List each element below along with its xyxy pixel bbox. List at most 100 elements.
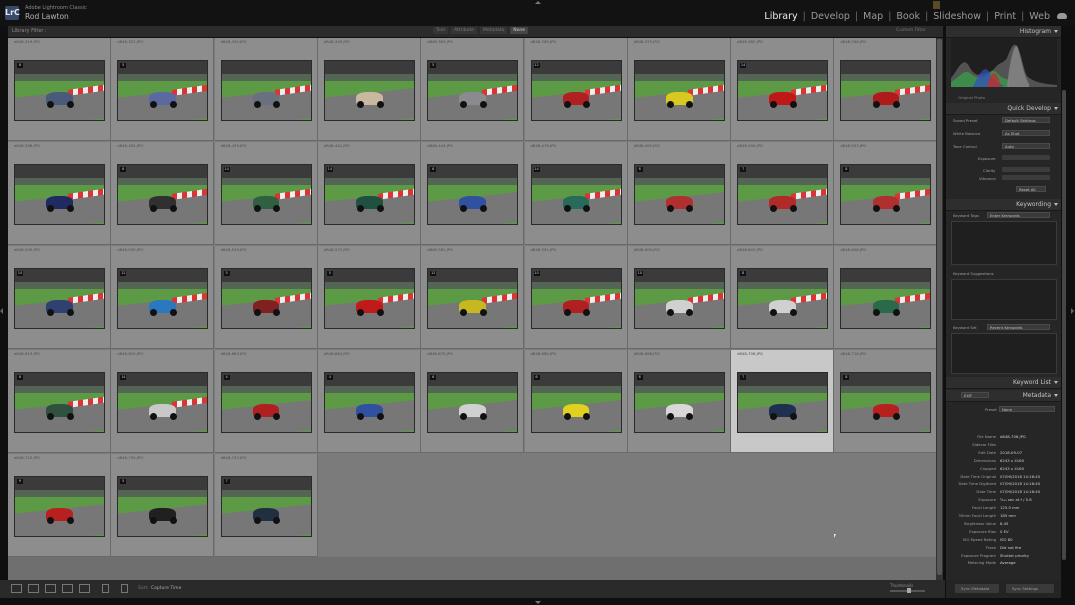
- clarity-buttons[interactable]: [1002, 167, 1050, 172]
- module-develop[interactable]: Develop: [810, 11, 851, 22]
- collapse-icon[interactable]: [1054, 107, 1058, 110]
- grid-cell[interactable]: d848-581.JPG 12: [421, 246, 525, 349]
- grid-cell[interactable]: d848-499.JPG 7: [731, 142, 835, 245]
- photo-thumbnail[interactable]: 6: [633, 372, 725, 433]
- keyword-set-dropdown[interactable]: Recent Keywords: [987, 324, 1050, 330]
- grid-cell[interactable]: d848-509.JPG 10: [8, 246, 111, 349]
- grid-cell[interactable]: d848-670.JPG 6: [421, 350, 525, 453]
- sync-metadata-button[interactable]: Sync Metadata: [955, 584, 999, 593]
- keywording-panel-header[interactable]: Keywording: [946, 199, 1061, 211]
- filter-tab-none[interactable]: None: [510, 27, 529, 34]
- loupe-view-icon[interactable]: [28, 584, 39, 593]
- vibrance-buttons[interactable]: [1002, 175, 1050, 180]
- keyword-tags-input[interactable]: [951, 221, 1057, 265]
- photo-thumbnail[interactable]: [14, 164, 105, 225]
- photo-thumbnail[interactable]: 14: [117, 372, 209, 433]
- photo-thumbnail[interactable]: 14: [737, 60, 829, 121]
- grid-cell[interactable]: d848-363.JPG 5: [421, 38, 525, 141]
- grid-cell[interactable]: d848-615.JPG 6: [8, 350, 111, 453]
- module-map[interactable]: Map: [862, 11, 884, 22]
- photo-thumbnail[interactable]: 8: [840, 164, 932, 225]
- grid-view-icon[interactable]: [11, 584, 22, 593]
- photo-thumbnail[interactable]: 6: [117, 164, 209, 225]
- grid-cell[interactable]: d848-530.JPG 12: [111, 246, 215, 349]
- photo-thumbnail[interactable]: 6: [633, 164, 725, 225]
- saved-preset-dropdown[interactable]: Default Settings: [1002, 117, 1050, 123]
- original-photo-toggle[interactable]: Original Photo: [958, 95, 985, 100]
- module-web[interactable]: Web: [1028, 11, 1051, 22]
- photo-thumbnail[interactable]: 6: [427, 372, 519, 433]
- photo-thumbnail[interactable]: [633, 60, 725, 121]
- quick-develop-panel-header[interactable]: Quick Develop: [946, 103, 1061, 115]
- photo-thumbnail[interactable]: 10: [530, 268, 622, 329]
- grid-cell[interactable]: d848-572.JPG 5: [317, 246, 421, 349]
- filter-tab-metadata[interactable]: Metadata: [479, 27, 508, 34]
- photo-thumbnail[interactable]: [323, 60, 415, 121]
- painter-icon[interactable]: [102, 584, 109, 593]
- photo-thumbnail[interactable]: 6: [14, 60, 105, 121]
- photo-thumbnail[interactable]: 7: [737, 372, 829, 433]
- left-panel-toggle-icon[interactable]: [0, 308, 3, 314]
- grid-cell[interactable]: d848-716.JPG 8: [834, 350, 938, 453]
- photo-thumbnail[interactable]: 5: [117, 476, 209, 537]
- photo-thumbnail[interactable]: 12: [530, 60, 622, 121]
- metadata-preset-dropdown[interactable]: None: [999, 406, 1055, 412]
- photo-thumbnail[interactable]: [220, 60, 312, 121]
- module-print[interactable]: Print: [993, 11, 1017, 22]
- grid-cell[interactable]: d848-365.JPG 12: [524, 38, 628, 141]
- grid-cell[interactable]: d848-608.JPG: [834, 246, 938, 349]
- filmstrip-toggle-icon[interactable]: [535, 601, 541, 604]
- photo-thumbnail[interactable]: 10: [633, 268, 725, 329]
- module-book[interactable]: Book: [895, 11, 921, 22]
- collapse-icon[interactable]: [1054, 394, 1058, 397]
- photo-thumbnail[interactable]: 9: [14, 476, 105, 537]
- grid-cell[interactable]: d848-503.JPG 8: [834, 142, 938, 245]
- reset-all-button[interactable]: Reset All: [1016, 186, 1046, 192]
- filter-tab-attribute[interactable]: Attribute: [451, 27, 477, 34]
- module-library[interactable]: Library: [763, 11, 798, 22]
- grid-cell[interactable]: d848-591.JPG 10: [524, 246, 628, 349]
- grid-cell[interactable]: d848-620.JPG 14: [111, 350, 215, 453]
- grid-cell[interactable]: d848-476.JPG 14: [524, 142, 628, 245]
- keyword-tags-dropdown[interactable]: Enter Keywords: [987, 212, 1050, 218]
- filter-preset-dropdown[interactable]: Custom Filter: [896, 28, 926, 33]
- grid-cell[interactable]: d848-492.JPG 6: [627, 142, 731, 245]
- photo-thumbnail[interactable]: 6: [14, 372, 105, 433]
- grid-cell[interactable]: d848-398.JPG: [8, 142, 111, 245]
- photo-thumbnail[interactable]: 10: [14, 268, 105, 329]
- keyword-list-panel-header[interactable]: Keyword List: [946, 377, 1061, 389]
- people-view-icon[interactable]: [79, 584, 90, 593]
- grid-cell[interactable]: d848-319.JPG 6: [8, 38, 111, 141]
- grid-cell[interactable]: d848-602.JPG 8: [731, 246, 835, 349]
- photo-thumbnail[interactable]: 5: [117, 60, 209, 121]
- cloud-icon[interactable]: [1057, 13, 1067, 19]
- compare-view-icon[interactable]: [45, 584, 56, 593]
- module-slideshow[interactable]: Slideshow: [932, 11, 982, 22]
- photo-thumbnail[interactable]: 6: [530, 372, 622, 433]
- right-panel-scrollbar[interactable]: [1062, 90, 1066, 560]
- keyword-set-area[interactable]: [951, 333, 1057, 374]
- photo-thumbnail[interactable]: 14: [530, 164, 622, 225]
- survey-view-icon[interactable]: [62, 584, 73, 593]
- grid-cell[interactable]: d848-663.JPG 4: [214, 350, 318, 453]
- photo-thumbnail[interactable]: 12: [427, 268, 519, 329]
- grid-cell[interactable]: d848-706.JPG 7: [731, 350, 835, 453]
- grid-cell[interactable]: d848-396.JPG: [834, 38, 938, 141]
- sync-settings-button[interactable]: Sync Settings: [1006, 584, 1054, 593]
- photo-thumbnail[interactable]: 4: [220, 372, 312, 433]
- grid-cell[interactable]: d848-382.JPG 14: [731, 38, 835, 141]
- sort-dropdown[interactable]: Capture Time: [151, 586, 181, 591]
- grid-cell[interactable]: d848-402.JPG 6: [111, 142, 215, 245]
- grid-cell[interactable]: d848-680.JPG 6: [524, 350, 628, 453]
- grid-cell[interactable]: d848-340.JPG: [214, 38, 318, 141]
- photo-thumbnail[interactable]: [840, 60, 932, 121]
- top-panel-toggle-icon[interactable]: [535, 1, 541, 4]
- grid-cell[interactable]: d848-321.JPG 5: [111, 38, 215, 141]
- photo-thumbnail[interactable]: 14: [323, 164, 415, 225]
- photo-thumbnail[interactable]: 12: [117, 268, 209, 329]
- grid-cell[interactable]: d848-664.JPG 4: [317, 350, 421, 453]
- thumbnail-size-slider-handle[interactable]: [907, 588, 911, 593]
- photo-thumbnail[interactable]: 5: [220, 268, 312, 329]
- auto-tone-button[interactable]: Auto: [1002, 143, 1050, 149]
- photo-thumbnail[interactable]: 6: [427, 164, 519, 225]
